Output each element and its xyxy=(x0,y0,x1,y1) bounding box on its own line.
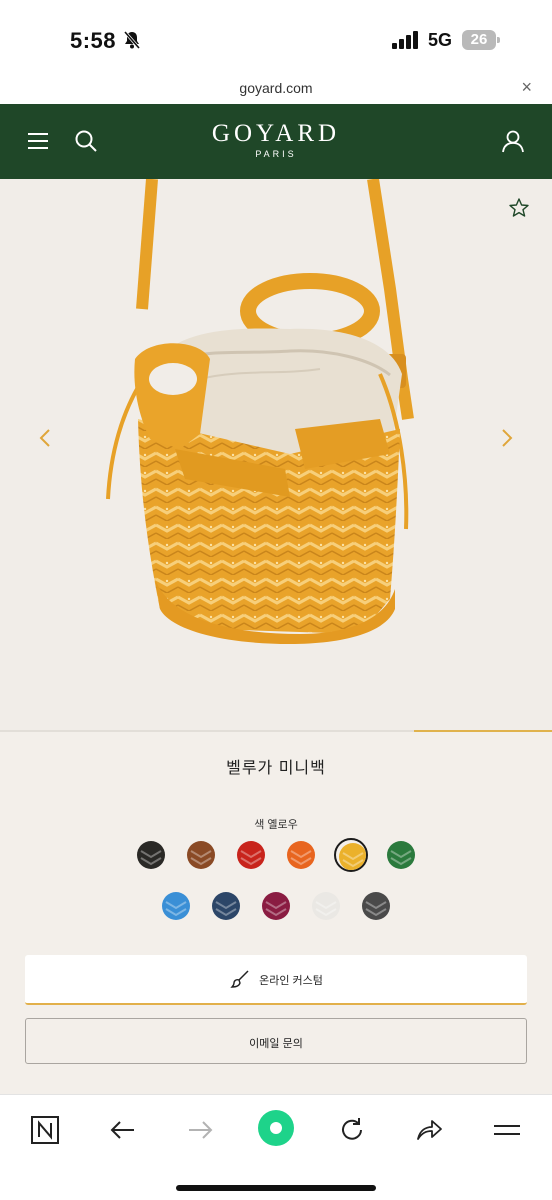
forward-arrow-icon[interactable] xyxy=(185,1115,215,1145)
brand-logo[interactable]: GOYARD PARIS xyxy=(0,120,552,159)
email-inquiry-label: 이메일 문의 xyxy=(249,1038,303,1050)
share-icon[interactable] xyxy=(414,1115,444,1145)
green-dot-home-icon[interactable] xyxy=(256,1108,296,1148)
close-icon[interactable]: × xyxy=(521,78,532,96)
url-bar[interactable]: goyard.com × xyxy=(0,72,552,104)
product-image xyxy=(106,179,414,644)
color-swatch[interactable] xyxy=(234,838,268,872)
naver-n-icon[interactable] xyxy=(30,1115,60,1145)
logo-text: GOYARD xyxy=(211,120,341,147)
email-inquiry-button[interactable]: 이메일 문의 xyxy=(25,1018,527,1064)
color-swatch[interactable] xyxy=(384,838,418,872)
site-header: GOYARD PARIS xyxy=(0,104,552,179)
battery-tip xyxy=(497,37,500,43)
chevron-right-icon[interactable] xyxy=(498,427,516,449)
more-menu-icon[interactable] xyxy=(492,1115,522,1145)
logo-subtext: PARIS xyxy=(255,149,297,159)
online-custom-label: 온라인 커스텀 xyxy=(259,975,323,987)
color-swatch-selected[interactable] xyxy=(334,838,368,872)
product-title: 벨루가 미니백 xyxy=(226,760,326,777)
favorite-star-icon[interactable] xyxy=(508,197,530,219)
color-swatch[interactable] xyxy=(134,838,168,872)
chevron-left-icon[interactable] xyxy=(36,427,54,449)
user-icon[interactable] xyxy=(500,128,526,154)
status-bar: 5:58 5G 26 xyxy=(0,0,552,72)
home-indicator xyxy=(176,1185,376,1191)
browser-toolbar xyxy=(0,1094,552,1200)
online-custom-button[interactable]: 온라인 커스텀 xyxy=(25,955,527,1005)
color-swatch[interactable] xyxy=(184,838,218,872)
color-swatch[interactable] xyxy=(209,889,243,923)
battery-level: 26 xyxy=(470,31,488,48)
back-arrow-icon[interactable] xyxy=(108,1115,138,1145)
color-label: 색 옐로우 xyxy=(254,819,298,831)
color-swatch[interactable] xyxy=(309,889,343,923)
color-swatch[interactable] xyxy=(359,889,393,923)
color-swatch[interactable] xyxy=(284,838,318,872)
status-time: 5:58 xyxy=(70,28,117,53)
refresh-icon[interactable] xyxy=(337,1115,367,1145)
url-text[interactable]: goyard.com xyxy=(0,80,552,96)
color-swatch[interactable] xyxy=(259,889,293,923)
gallery-progress-fill xyxy=(414,730,552,732)
battery-indicator: 26 xyxy=(462,30,500,50)
network-label: 5G xyxy=(428,30,453,50)
gallery-progress xyxy=(0,730,552,732)
product-gallery[interactable] xyxy=(0,179,552,731)
signal-icon xyxy=(392,31,418,49)
color-swatch[interactable] xyxy=(159,889,193,923)
bell-slash-icon xyxy=(123,31,141,49)
